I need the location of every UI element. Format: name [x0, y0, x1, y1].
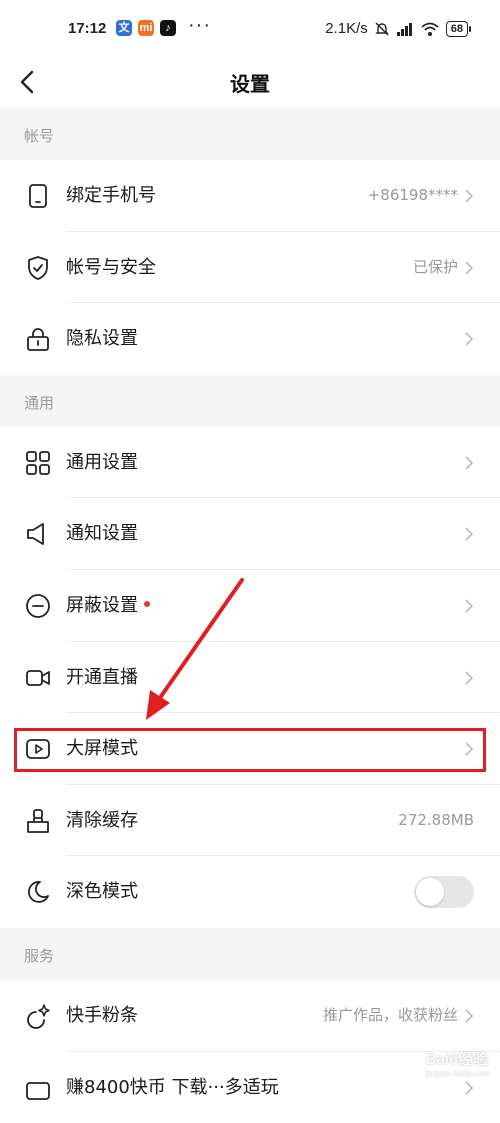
speaker-icon	[27, 523, 44, 546]
chevron-right-icon	[465, 742, 474, 756]
settings-item-fans-boost[interactable]: 快手粉条 推广作品，收获粉丝	[0, 979, 500, 1052]
item-label: 开通直播	[66, 666, 138, 688]
battery-indicator: 68	[445, 20, 472, 37]
chevron-right-icon	[465, 1080, 474, 1095]
red-dot-badge	[144, 600, 150, 607]
item-label: 快手粉条	[66, 1004, 138, 1026]
shield-icon	[28, 255, 48, 280]
item-label: 绑定手机号	[66, 185, 156, 206]
watermark-brand: Baiб经验	[425, 1051, 489, 1068]
chevron-right-icon	[465, 189, 474, 203]
watermark-url: jingyan.baidu.com	[425, 1069, 490, 1078]
general-group: 通用设置 通知设置 屏蔽设置 开通直播 大屏模式 清除缓存 272.88MB 深…	[0, 426, 500, 928]
status-bar: 17:12 文 mi ♪ ··· 2.1K/s 68	[0, 0, 500, 60]
broom-icon	[27, 808, 49, 833]
gift-icon	[26, 1081, 50, 1100]
page-title: 设置	[230, 72, 270, 96]
item-label: 大屏模式	[66, 738, 138, 760]
nav-bar: 设置	[0, 60, 500, 108]
status-time: 17:12	[68, 20, 107, 37]
item-label: 通用设置	[66, 451, 138, 473]
section-header-services: 服务	[0, 927, 500, 980]
settings-item-big-screen[interactable]: 大屏模式	[0, 713, 500, 785]
wifi-icon	[421, 22, 439, 36]
settings-item-live[interactable]: 开通直播	[0, 641, 500, 714]
camera-icon	[26, 669, 50, 686]
item-label: 赚8400快币 下载···多适玩	[66, 1076, 279, 1098]
item-label: 清除缓存	[66, 809, 138, 831]
signal-icon	[396, 22, 412, 36]
settings-item-bind-phone[interactable]: 绑定手机号 +86198****	[0, 160, 500, 232]
sparkle-icon	[27, 1004, 50, 1029]
settings-item-notifications[interactable]: 通知设置	[0, 498, 500, 570]
settings-item-block[interactable]: 屏蔽设置	[0, 569, 500, 642]
item-label: 深色模式	[66, 881, 138, 903]
chevron-right-icon	[465, 1009, 474, 1023]
item-label: 通知设置	[66, 523, 138, 545]
chevron-right-icon	[465, 261, 474, 275]
watermark: Baiб经验 jingyan.baidu.com	[426, 1048, 490, 1078]
lock-icon	[27, 328, 49, 352]
section-header-general: 通用	[0, 374, 500, 427]
settings-item-general[interactable]: 通用设置	[0, 426, 500, 499]
item-label: 屏蔽设置	[66, 570, 150, 641]
notification-app-icon: 文	[116, 20, 132, 36]
settings-item-dark-mode: 深色模式	[0, 856, 500, 928]
moon-icon	[28, 881, 49, 904]
settings-item-privacy[interactable]: 隐私设置	[0, 303, 500, 375]
more-notifications-icon: ···	[188, 14, 211, 36]
item-label: 帐号与安全	[66, 256, 156, 278]
chevron-right-icon	[465, 599, 474, 613]
grid-icon	[26, 450, 50, 475]
bell-mute-icon	[375, 22, 389, 35]
chevron-right-icon	[465, 670, 474, 685]
block-icon	[26, 594, 50, 618]
settings-item-account-security[interactable]: 帐号与安全 已保护	[0, 231, 500, 304]
chevron-right-icon	[465, 527, 474, 541]
phone-icon	[29, 184, 47, 208]
account-group: 绑定手机号 +86198**** 帐号与安全 已保护 隐私设置	[0, 160, 500, 375]
item-label: 隐私设置	[66, 328, 138, 350]
tv-play-icon	[26, 739, 50, 760]
notification-mi-icon: mi	[138, 20, 154, 36]
item-value: 已保护	[412, 257, 458, 276]
cache-size-value: 272.88MB	[398, 810, 474, 829]
section-header-account: 帐号	[0, 108, 500, 160]
item-value: +86198****	[367, 186, 458, 204]
toggle-knob	[416, 878, 444, 907]
chevron-right-icon	[465, 332, 474, 346]
notification-tiktok-icon: ♪	[160, 20, 176, 36]
chevron-right-icon	[465, 456, 474, 470]
network-speed: 2.1K/s	[325, 20, 368, 37]
dark-mode-toggle[interactable]	[414, 876, 474, 909]
item-value: 推广作品，收获粉丝	[322, 1005, 458, 1024]
settings-item-clear-cache[interactable]: 清除缓存 272.88MB	[0, 784, 500, 857]
